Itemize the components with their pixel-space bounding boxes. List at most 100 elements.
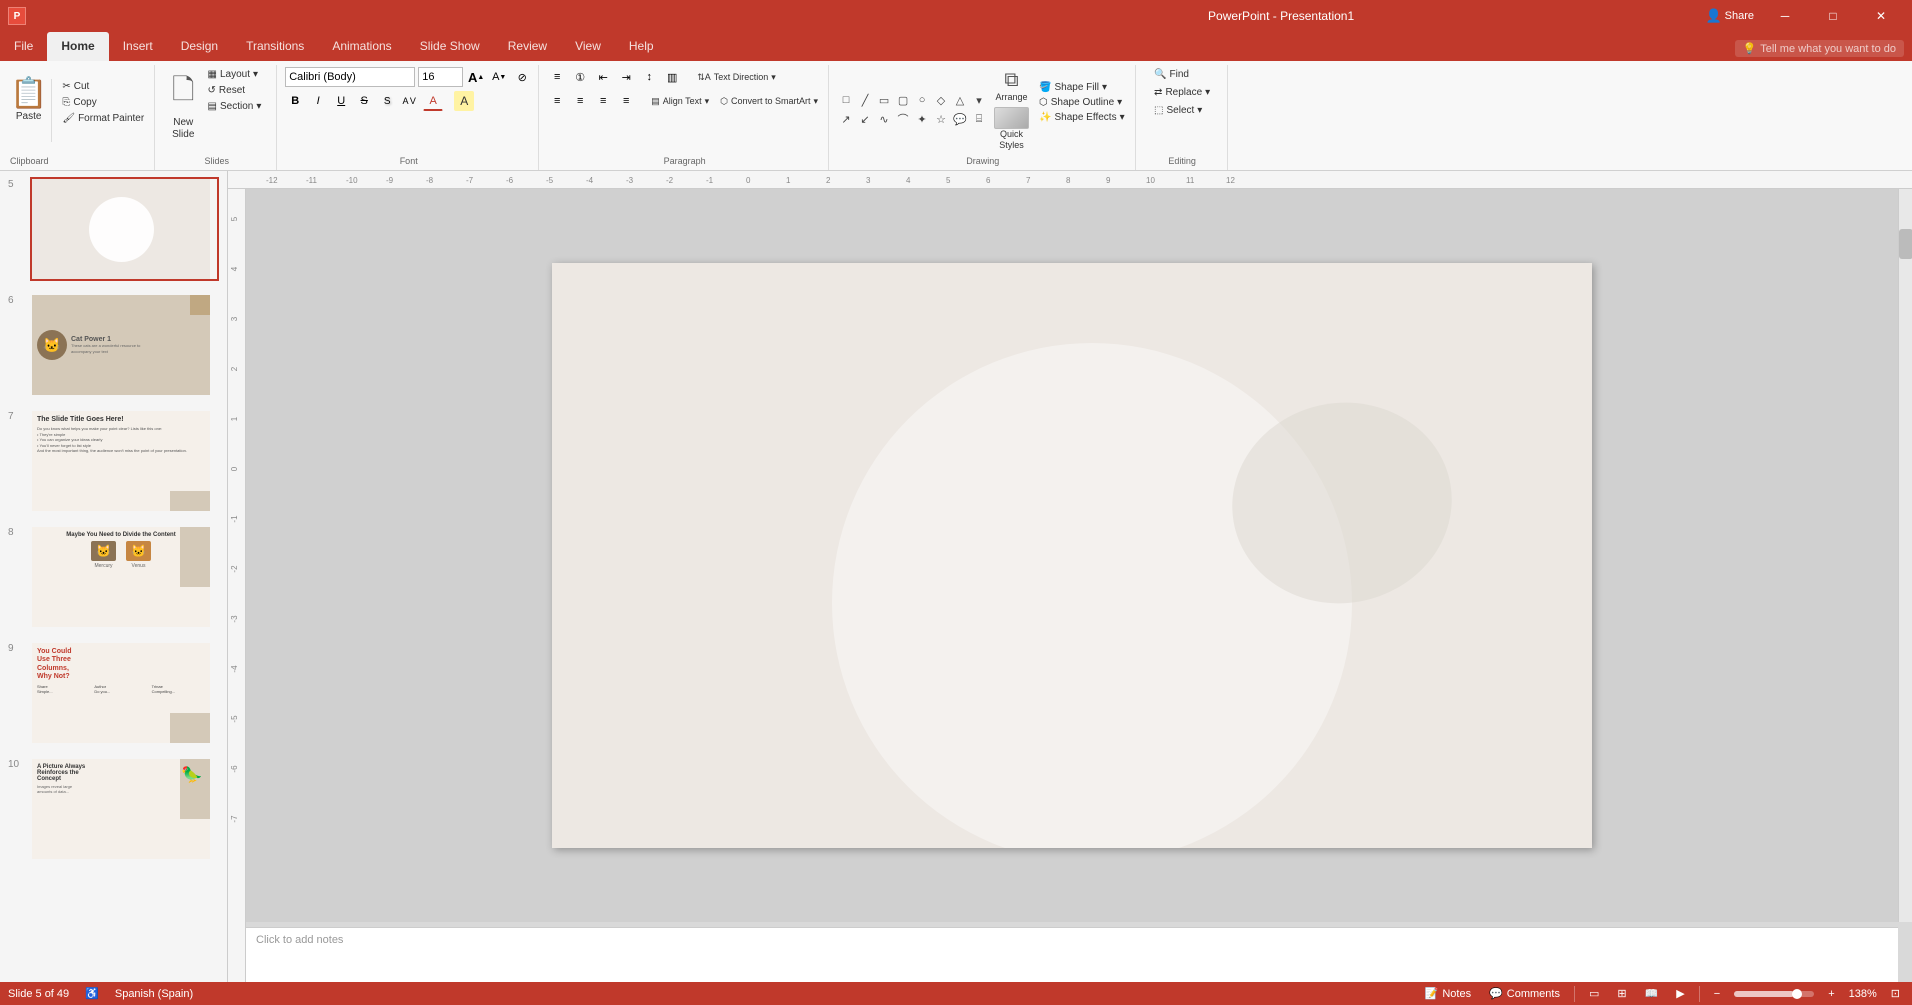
convert-smartart-button[interactable]: ⬡ Convert to SmartArt ▾ <box>716 94 822 109</box>
align-left-button[interactable]: ≡ <box>547 91 567 111</box>
char-spacing-button[interactable]: AV <box>400 91 420 111</box>
align-right-button[interactable]: ≡ <box>593 91 613 111</box>
paste-button[interactable]: 📋 Paste <box>10 79 52 142</box>
shape-freeform[interactable]: ⌒ <box>894 110 912 128</box>
minimize-button[interactable]: ─ <box>1762 0 1808 32</box>
reset-button[interactable]: ↺ Reset <box>204 83 266 98</box>
highlight-color-button[interactable]: A <box>454 91 474 111</box>
slide-thumb-8[interactable]: Maybe You Need to Divide the Content 🐱 M… <box>30 525 219 629</box>
replace-button[interactable]: ⇄ Replace ▾ <box>1149 85 1215 100</box>
font-name-input[interactable] <box>285 67 415 87</box>
quick-styles-button[interactable]: QuickStyles <box>990 105 1033 153</box>
align-center-button[interactable]: ≡ <box>570 91 590 111</box>
slide-item-5[interactable]: 5 <box>0 171 227 287</box>
slide-canvas[interactable] <box>552 263 1592 848</box>
notes-area[interactable]: Click to add notes <box>246 927 1898 982</box>
zoom-in-button[interactable]: + <box>1824 986 1838 1002</box>
cut-button[interactable]: ✂ Cut <box>58 79 148 94</box>
scroll-thumb-right[interactable] <box>1899 229 1912 259</box>
underline-button[interactable]: U <box>331 91 351 111</box>
accessibility-button[interactable]: ♿ <box>85 987 99 1000</box>
slideshow-button[interactable]: ▶ <box>1672 985 1688 1002</box>
fit-slide-button[interactable]: ⊡ <box>1887 985 1904 1002</box>
shape-rect2[interactable]: ▭ <box>875 91 893 109</box>
slide-item-6[interactable]: 6 🐱 Cat Power 1 These cats are a wonderf… <box>0 287 227 403</box>
decrease-indent-button[interactable]: ⇤ <box>593 67 613 87</box>
slide-item-7[interactable]: 7 The Slide Title Goes Here! Do you know… <box>0 403 227 519</box>
clear-formatting-button[interactable]: ⊘ <box>512 67 532 87</box>
zoom-slider[interactable] <box>1734 991 1814 997</box>
arrange-button[interactable]: ⧉ Arrange <box>990 67 1033 104</box>
scroll-right[interactable] <box>1898 189 1912 922</box>
slide-thumb-7[interactable]: The Slide Title Goes Here! Do you know w… <box>30 409 219 513</box>
bold-button[interactable]: B <box>285 91 305 111</box>
tab-transitions[interactable]: Transitions <box>232 32 318 61</box>
shape-rect3[interactable]: ▢ <box>894 91 912 109</box>
shape-oval[interactable]: ○ <box>913 91 931 109</box>
strikethrough-button[interactable]: S <box>354 91 374 111</box>
shape-star[interactable]: ✦ <box>913 110 931 128</box>
slide-thumb-10[interactable]: 🦜 A Picture AlwaysReinforces theConcept … <box>30 757 219 861</box>
maximize-button[interactable]: □ <box>1810 0 1856 32</box>
shape-triangle[interactable]: △ <box>951 91 969 109</box>
shape-callout[interactable]: 💬 <box>951 110 969 128</box>
slide-item-9[interactable]: 9 You CouldUse ThreeColumns,Why Not? Sha… <box>0 635 227 751</box>
slide-item-10[interactable]: 10 🦜 A Picture AlwaysReinforces theConce… <box>0 751 227 867</box>
section-button[interactable]: ▤ Section ▾ <box>204 99 266 114</box>
normal-view-button[interactable]: ▭ <box>1585 985 1603 1002</box>
slide-canvas-wrap[interactable] <box>246 189 1898 922</box>
close-button[interactable]: ✕ <box>1858 0 1904 32</box>
numbering-button[interactable]: ① <box>570 67 590 87</box>
text-shadow-button[interactable]: S <box>377 91 397 111</box>
shape-fill-button[interactable]: 🪣 Shape Fill ▾ <box>1035 81 1129 94</box>
shape-curve[interactable]: ∿ <box>875 110 893 128</box>
slide-thumb-5[interactable] <box>30 177 219 281</box>
italic-button[interactable]: I <box>308 91 328 111</box>
tab-home[interactable]: Home <box>47 32 108 61</box>
line-spacing-button[interactable]: ↕ <box>639 67 659 87</box>
tab-design[interactable]: Design <box>167 32 232 61</box>
shape-banner[interactable]: ⌸ <box>970 110 988 128</box>
columns-button[interactable]: ▥ <box>662 67 682 87</box>
comments-button[interactable]: 💬 Comments <box>1485 985 1564 1002</box>
slide-sorter-button[interactable]: ⊞ <box>1613 985 1630 1002</box>
bullets-button[interactable]: ≡ <box>547 67 567 87</box>
select-button[interactable]: ⬚ Select ▾ <box>1149 103 1207 118</box>
shape-line[interactable]: ╱ <box>856 91 874 109</box>
shape-arrow2[interactable]: ↙ <box>856 110 874 128</box>
text-direction-button[interactable]: ⇅A Text Direction ▾ <box>693 70 780 85</box>
search-box[interactable]: 💡 Tell me what you want to do <box>1735 40 1904 57</box>
shape-outline-button[interactable]: ⬡ Shape Outline ▾ <box>1035 96 1129 109</box>
tab-help[interactable]: Help <box>615 32 668 61</box>
copy-button[interactable]: ⎘ Copy <box>58 95 148 110</box>
notes-button[interactable]: 📝 Notes <box>1421 985 1475 1002</box>
new-slide-button[interactable]: 🗋 NewSlide <box>168 67 199 154</box>
zoom-out-button[interactable]: − <box>1710 986 1724 1002</box>
increase-font-size-button[interactable]: A▲ <box>466 67 486 87</box>
shape-more[interactable]: ▾ <box>970 91 988 109</box>
tab-slideshow[interactable]: Slide Show <box>406 32 494 61</box>
font-size-input[interactable] <box>418 67 463 87</box>
decrease-font-size-button[interactable]: A▼ <box>489 67 509 87</box>
shape-rect[interactable]: □ <box>837 91 855 109</box>
layout-button[interactable]: ▦ Layout ▾ <box>204 67 266 82</box>
share-button[interactable]: 👤 Share <box>1705 8 1754 24</box>
shape-diamond[interactable]: ◇ <box>932 91 950 109</box>
shape-heart[interactable]: ☆ <box>932 110 950 128</box>
slide-item-8[interactable]: 8 Maybe You Need to Divide the Content 🐱… <box>0 519 227 635</box>
shape-effects-button[interactable]: ✨ Shape Effects ▾ <box>1035 111 1129 124</box>
tab-animations[interactable]: Animations <box>318 32 405 61</box>
shape-arrow[interactable]: ↗ <box>837 110 855 128</box>
tab-review[interactable]: Review <box>494 32 561 61</box>
slide-thumb-6[interactable]: 🐱 Cat Power 1 These cats are a wonderful… <box>30 293 219 397</box>
tab-insert[interactable]: Insert <box>109 32 167 61</box>
slide-thumb-9[interactable]: You CouldUse ThreeColumns,Why Not? Share… <box>30 641 219 745</box>
zoom-slider-thumb[interactable] <box>1792 989 1802 999</box>
tab-file[interactable]: File <box>0 32 47 61</box>
justify-button[interactable]: ≡ <box>616 91 636 111</box>
increase-indent-button[interactable]: ⇥ <box>616 67 636 87</box>
font-color-button[interactable]: A <box>423 91 443 111</box>
find-button[interactable]: 🔍 Find <box>1149 67 1194 82</box>
tab-view[interactable]: View <box>561 32 615 61</box>
format-painter-button[interactable]: 🖌 Format Painter <box>58 111 148 126</box>
